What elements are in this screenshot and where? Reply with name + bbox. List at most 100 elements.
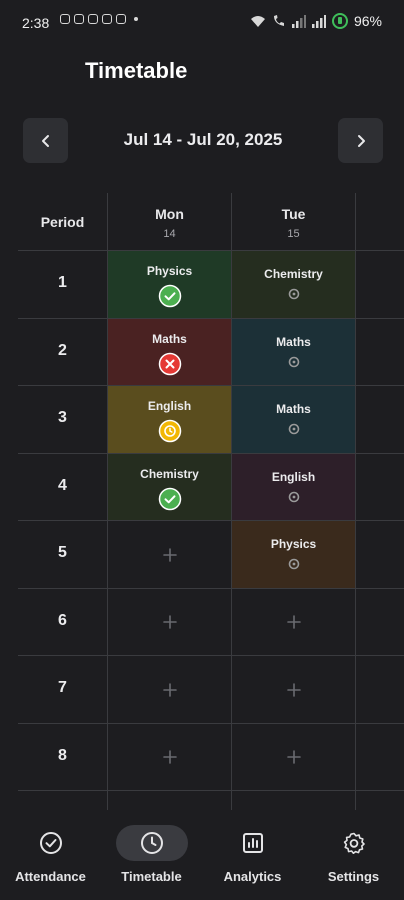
class-subject: Chemistry [140,466,199,481]
class-subject: Maths [152,331,187,346]
add-class-plus-icon [162,615,177,630]
clock-icon [140,832,163,854]
screen: 2:38 96% Timetable Jul 14 - Jul 20, 2025… [0,0,404,900]
pending-status-icon [288,423,299,435]
empty-cell[interactable] [232,656,355,723]
week-navigator: Jul 14 - Jul 20, 2025 [23,118,383,164]
add-class-plus-icon [162,682,177,697]
class-subject: Chemistry [264,267,323,281]
add-class-plus-icon [286,682,301,697]
status-time: 2:38 [22,15,50,31]
pending-status-icon [288,288,299,300]
class-cell[interactable]: Maths [232,318,355,385]
signal-icon-2 [311,15,326,28]
nav-label-timetable: Timetable [121,869,182,884]
call-icon [273,15,284,26]
period-number: 4 [58,476,67,494]
add-class-plus-icon [162,750,177,765]
nav-analytics[interactable]: Analytics [202,810,303,900]
more-notifications-icon [134,17,138,21]
day-header-mon: Mon [155,206,184,222]
class-cell[interactable]: Chemistry [232,251,355,318]
chevron-right-icon [357,134,365,147]
empty-cell[interactable] [108,656,231,723]
nav-label-settings: Settings [327,869,380,884]
nav-settings[interactable]: Settings [303,810,404,900]
system-icons: 96% [250,13,382,29]
notification-icon [74,14,84,24]
class-cell[interactable]: Maths [232,386,355,453]
absent-x-icon [158,352,181,375]
add-class-plus-icon [162,547,177,562]
nav-timetable[interactable]: Timetable [101,810,202,900]
empty-cell[interactable] [356,454,404,521]
period-number: 1 [58,274,67,291]
nav-attendance[interactable]: Attendance [0,810,101,900]
battery-icon [331,13,348,29]
nav-label-attendance: Attendance [15,869,86,884]
chart-icon [242,833,263,853]
day-header-tue: Tue [281,206,306,222]
pending-status-icon [288,491,299,502]
empty-cell[interactable] [356,589,404,656]
period-number: 8 [58,746,67,764]
week-range-label: Jul 14 - Jul 20, 2025 [123,130,283,149]
present-check-icon [158,284,181,308]
empty-cell[interactable] [232,724,355,791]
period-number: 3 [58,409,67,426]
period-number: 6 [58,611,67,629]
class-subject: English [271,469,316,484]
class-subject: Maths [276,402,311,416]
period-number: 5 [58,544,67,561]
class-subject: Physics [146,264,193,278]
class-cell[interactable]: Physics [108,251,231,318]
period-column-header: Period [40,214,85,230]
late-clock-icon [158,419,181,443]
present-check-icon [158,487,181,510]
class-cell[interactable]: English [108,386,231,453]
class-subject: Maths [276,334,311,349]
notification-icon [116,14,126,24]
class-subject: English [147,399,192,413]
empty-cell[interactable] [356,386,404,453]
period-number: 2 [58,341,67,359]
empty-cell[interactable] [108,589,231,656]
day-header-wed: W [356,206,404,222]
pending-status-icon [288,356,299,367]
add-class-plus-icon [286,615,301,630]
nav-label-analytics: Analytics [223,869,282,884]
check-circle-icon [39,832,62,854]
empty-cell[interactable] [108,724,231,791]
bottom-navigation: Attendance Timetable Analytics Settings [0,810,404,900]
class-cell[interactable]: Physics [232,521,355,588]
empty-cell[interactable] [356,656,404,723]
wifi-icon [250,16,265,27]
class-cell[interactable]: English [232,453,355,520]
empty-cell[interactable] [356,521,404,588]
day-date-mon: 14 [163,228,176,240]
empty-cell[interactable] [356,251,404,318]
gear-icon [343,832,365,854]
grid-row-divider [18,790,404,791]
status-bar: 2:38 96% [0,0,404,46]
page-title: Timetable [85,58,188,83]
next-week-button[interactable] [338,118,383,163]
day-date-tue: 15 [287,228,300,240]
notification-icon [102,14,112,24]
notification-icon [60,14,70,24]
notification-icon [88,14,98,24]
empty-cell[interactable] [108,521,231,588]
signal-icon [291,15,306,28]
class-cell[interactable]: Chemistry [108,453,231,520]
empty-cell[interactable] [356,724,404,791]
class-cell[interactable]: Maths [108,318,231,385]
empty-cell[interactable] [356,319,404,386]
timetable-grid: Period Mon 14 Tue 15 W 1 Physics Chemistry… [18,193,404,810]
pending-status-icon [288,558,299,570]
period-number: 7 [58,679,67,696]
class-subject: Physics [270,537,317,551]
empty-cell[interactable] [232,589,355,656]
notification-icons [60,14,138,24]
battery-level: 96% [353,13,382,29]
add-class-plus-icon [286,750,301,765]
